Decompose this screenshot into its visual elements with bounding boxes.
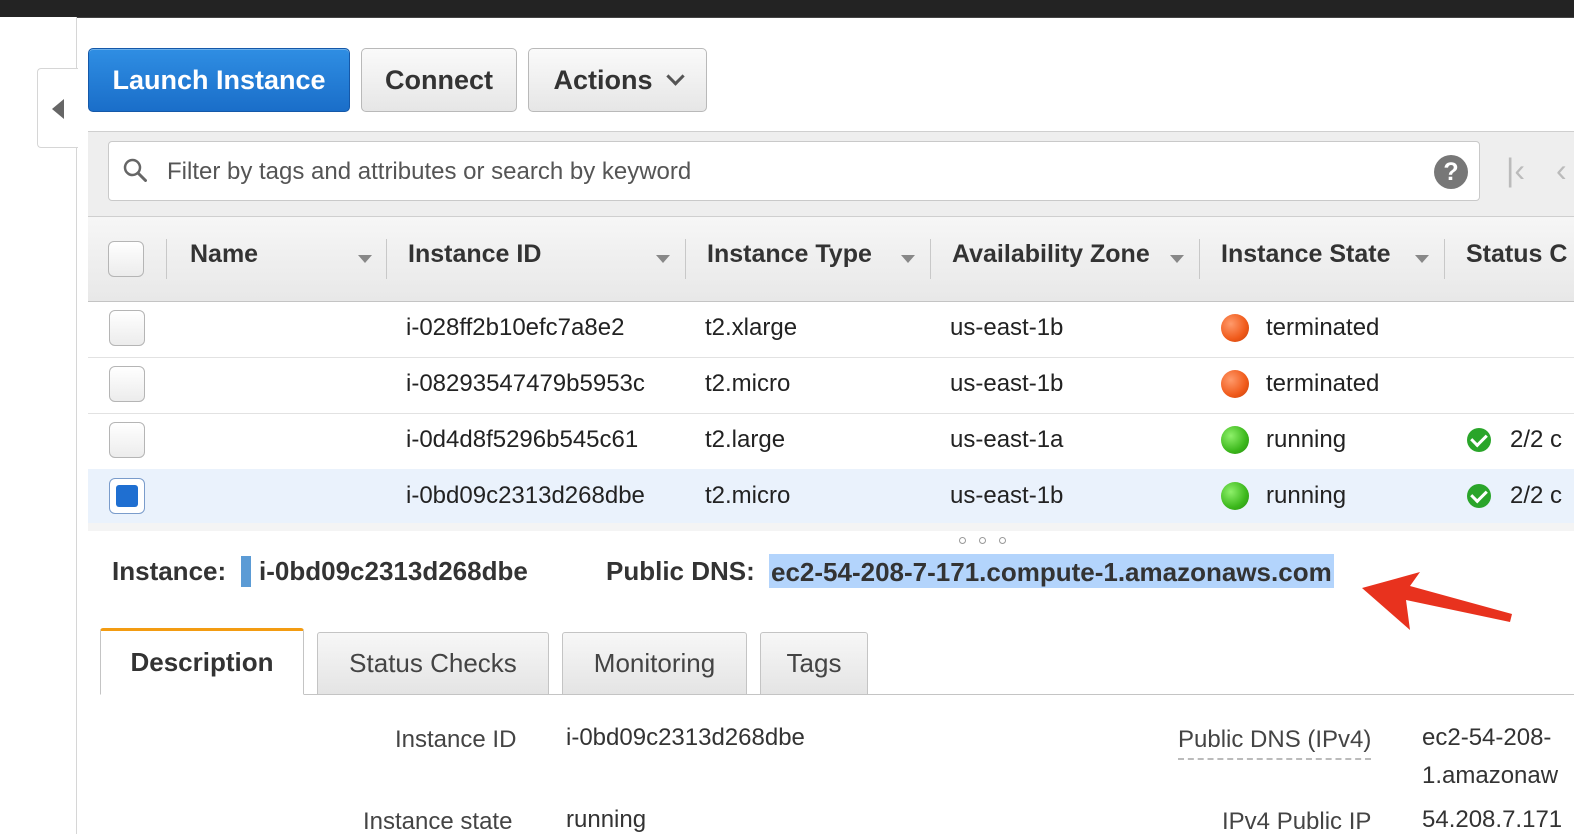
row-checkbox-checked[interactable] [109, 478, 145, 514]
connect-button[interactable]: Connect [361, 48, 517, 112]
row-checkbox[interactable] [109, 366, 145, 402]
detail-label-instance-state: Instance state [363, 808, 513, 835]
first-page-icon[interactable]: |‹ [1506, 152, 1525, 189]
detail-value-ipv4-public-ip: 54.208.7.171 [1422, 806, 1563, 833]
column-separator [1199, 239, 1200, 279]
actions-label: Actions [553, 64, 653, 95]
tab-description[interactable]: Description [100, 628, 304, 695]
cell-instance-state: running [1266, 426, 1347, 453]
annotation-arrow-icon [1362, 572, 1512, 630]
tab-status-checks[interactable]: Status Checks [317, 632, 549, 695]
chevron-left-icon [52, 99, 64, 119]
cell-instance-type: t2.micro [705, 370, 791, 397]
drag-handle-icon[interactable] [979, 537, 986, 544]
cell-status-checks: 2/2 c [1510, 482, 1563, 509]
sort-caret-icon[interactable] [1170, 255, 1184, 263]
cell-availability-zone: us-east-1b [950, 314, 1064, 341]
column-separator [166, 239, 167, 279]
instance-summary-label: Instance: [112, 556, 227, 586]
column-header-status-checks[interactable]: Status C [1466, 240, 1567, 269]
cell-instance-type: t2.xlarge [705, 314, 798, 341]
cell-status-checks: 2/2 c [1510, 426, 1563, 453]
search-input[interactable]: Filter by tags and attributes or search … [108, 141, 1480, 201]
state-indicator-icon [1221, 370, 1249, 398]
instance-summary-id: i-0bd09c2313d268dbe [259, 556, 528, 586]
pane-splitter[interactable] [88, 523, 1574, 531]
cell-availability-zone: us-east-1b [950, 370, 1064, 397]
state-indicator-icon [1221, 482, 1249, 510]
state-indicator-icon [1221, 314, 1249, 342]
table-row[interactable]: i-0d4d8f5296b545c61 t2.large us-east-1a … [88, 413, 1574, 470]
cell-instance-state: terminated [1266, 370, 1380, 397]
column-separator [1444, 239, 1445, 279]
cell-instance-id: i-028ff2b10efc7a8e2 [406, 314, 625, 341]
cell-availability-zone: us-east-1b [950, 482, 1064, 509]
cell-instance-state: running [1266, 482, 1347, 509]
cell-instance-type: t2.micro [705, 482, 791, 509]
cell-instance-state: terminated [1266, 314, 1380, 341]
chevron-down-icon [665, 66, 685, 86]
collapse-sidebar-button[interactable] [37, 68, 78, 148]
previous-page-icon[interactable]: ‹ [1556, 152, 1567, 189]
select-all-checkbox[interactable] [108, 241, 144, 277]
table-row-selected[interactable]: i-0bd09c2313d268dbe t2.micro us-east-1b … [88, 469, 1574, 526]
drag-handle-icon[interactable] [959, 537, 966, 544]
cell-instance-id: i-08293547479b5953c [406, 370, 645, 397]
sort-caret-icon[interactable] [358, 255, 372, 263]
column-header-instance-id[interactable]: Instance ID [408, 240, 541, 269]
detail-value-public-dns-line1: ec2-54-208- [1422, 724, 1552, 751]
detail-value-instance-id: i-0bd09c2313d268dbe [566, 724, 805, 751]
detail-label-ipv4-public-ip: IPv4 Public IP [1222, 808, 1372, 835]
column-header-instance-state[interactable]: Instance State [1221, 240, 1391, 269]
cell-availability-zone: us-east-1a [950, 426, 1064, 453]
search-placeholder: Filter by tags and attributes or search … [167, 158, 692, 185]
launch-instance-button[interactable]: Launch Instance [88, 48, 350, 112]
column-header-instance-type[interactable]: Instance Type [707, 240, 872, 269]
column-separator [386, 239, 387, 279]
cell-instance-type: t2.large [705, 426, 786, 453]
column-separator [685, 239, 686, 279]
check-circle-icon [1467, 428, 1491, 452]
sort-caret-icon[interactable] [901, 255, 915, 263]
cell-instance-id: i-0bd09c2313d268dbe [406, 482, 645, 509]
check-circle-icon [1467, 484, 1491, 508]
public-dns-value[interactable]: ec2-54-208-7-171.compute-1.amazonaws.com [769, 554, 1334, 588]
tab-tags[interactable]: Tags [760, 632, 868, 695]
actions-dropdown-button[interactable]: Actions [528, 48, 707, 112]
detail-value-public-dns-line2: 1.amazonaw [1422, 762, 1559, 789]
top-bar [0, 0, 1574, 18]
detail-value-instance-state: running [566, 806, 647, 833]
drag-handle-icon[interactable] [999, 537, 1006, 544]
search-icon [123, 158, 147, 182]
table-header: Name Instance ID Instance Type Availabil… [88, 216, 1574, 302]
table-row[interactable]: i-028ff2b10efc7a8e2 t2.xlarge us-east-1b… [88, 301, 1574, 358]
column-separator [930, 239, 931, 279]
table-row[interactable]: i-08293547479b5953c t2.micro us-east-1b … [88, 357, 1574, 414]
detail-label-public-dns[interactable]: Public DNS (IPv4) [1178, 726, 1372, 760]
column-header-name[interactable]: Name [190, 240, 258, 269]
tab-monitoring[interactable]: Monitoring [562, 632, 747, 695]
state-indicator-icon [1221, 426, 1249, 454]
sort-caret-icon[interactable] [1415, 255, 1429, 263]
selection-marker [241, 556, 251, 587]
row-checkbox[interactable] [109, 422, 145, 458]
detail-label-instance-id: Instance ID [395, 726, 517, 753]
cell-instance-id: i-0d4d8f5296b545c61 [406, 426, 639, 453]
public-dns-label: Public DNS: [606, 556, 755, 586]
row-checkbox[interactable] [109, 310, 145, 346]
help-icon[interactable]: ? [1434, 155, 1468, 189]
sort-caret-icon[interactable] [656, 255, 670, 263]
column-header-availability-zone[interactable]: Availability Zone [952, 240, 1150, 269]
